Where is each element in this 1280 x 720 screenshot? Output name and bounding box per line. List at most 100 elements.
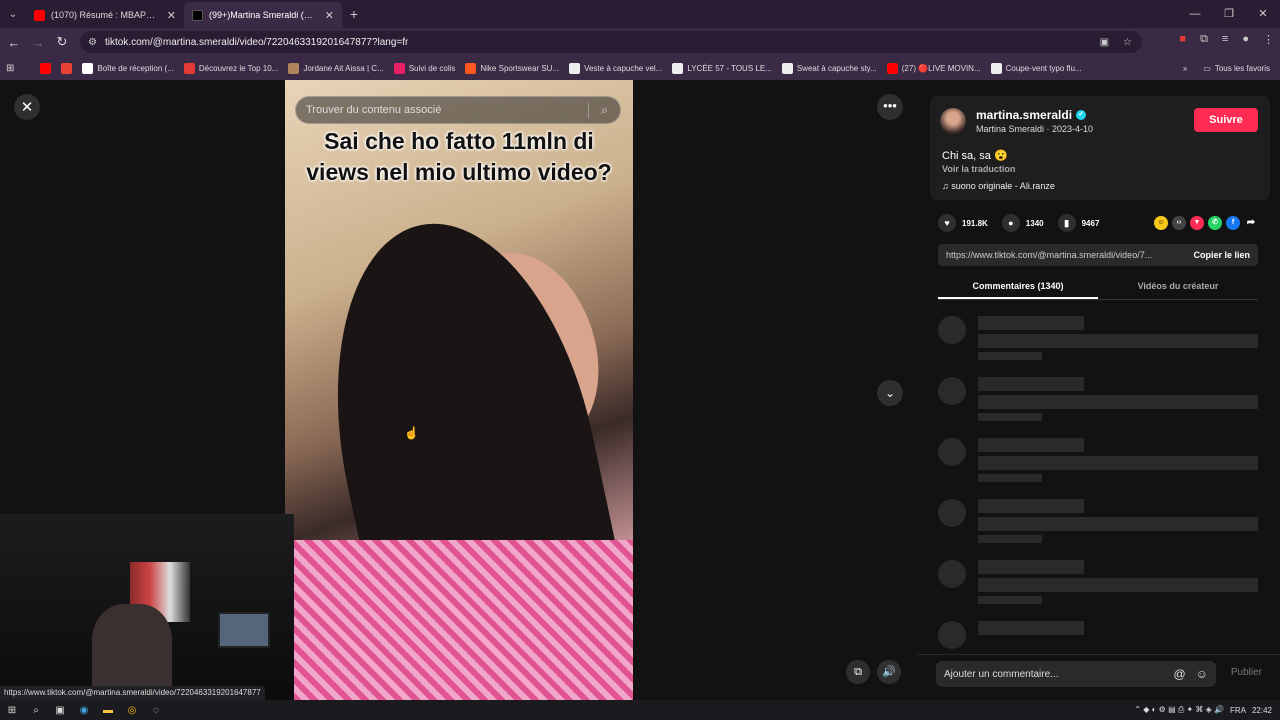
pip-icon: ⧉ <box>854 666 862 678</box>
bookmark-item[interactable]: Coupe-vent typo flu... <box>990 62 1082 74</box>
bookmark-item[interactable]: Sweat à capuche sty... <box>781 62 877 74</box>
bookmark-label: LYCÉE 57 - TOUS LE... <box>687 63 772 73</box>
close-tab-icon[interactable]: ✕ <box>167 9 176 22</box>
publish-button[interactable]: Publier <box>1231 667 1262 678</box>
video-description: Chi sa, sa 😮 <box>942 150 1008 162</box>
minimize-icon[interactable]: — <box>1178 0 1212 28</box>
tab-tiktok[interactable]: (99+)Martina Smeraldi (@marti ✕ <box>184 2 342 28</box>
bookmark-item[interactable]: Nike Sportswear SU... <box>465 62 559 74</box>
install-app-icon[interactable]: ▣ <box>1100 37 1109 48</box>
post-date: 2023-4-10 <box>1052 124 1094 134</box>
send-icon[interactable]: ▼ <box>1190 216 1204 230</box>
all-bookmarks-button[interactable]: ▭ Tous les favoris <box>1203 64 1270 73</box>
tab-search-button[interactable]: ⌄ <box>0 0 26 28</box>
tab-title: (1070) Résumé : MBAPPÉ et Bel <box>51 10 161 20</box>
bookmark-label: Sweat à capuche sty... <box>796 63 877 73</box>
close-window-icon[interactable]: ✕ <box>1246 0 1280 28</box>
obs-icon[interactable]: ◌ <box>144 705 168 716</box>
tab-youtube[interactable]: (1070) Résumé : MBAPPÉ et Bel ✕ <box>26 2 184 28</box>
share-buttons: ☺ ‹› ▼ ✆ f ➦ <box>1154 216 1258 230</box>
coin-icon[interactable]: ☺ <box>1154 216 1168 230</box>
emoji-icon[interactable]: ☺ <box>1196 667 1208 681</box>
close-tab-icon[interactable]: ✕ <box>325 9 334 22</box>
video-player[interactable]: Trouver du contenu associé ⌕ Sai che ho … <box>285 80 633 700</box>
back-icon[interactable]: ← <box>2 35 26 50</box>
bookmark-item[interactable]: Découvrez le Top 10... <box>183 62 278 74</box>
video-link-box: https://www.tiktok.com/@martina.smeraldi… <box>938 244 1258 266</box>
comment-button[interactable]: ● 1340 <box>1001 214 1044 232</box>
profile-avatar[interactable]: ● <box>1242 33 1249 46</box>
windows-start-icon[interactable]: ⊞ <box>0 705 24 716</box>
floating-player-button[interactable]: ⧉ <box>846 660 870 684</box>
task-view-icon[interactable]: ▣ <box>48 705 72 716</box>
extensions-area: ■ ⧉ ≡ ● ⋮ <box>1179 33 1274 46</box>
address-bar[interactable]: ⚙ tiktok.com/@martina.smeraldi/video/722… <box>80 31 1142 53</box>
site-info-icon[interactable]: ⚙ <box>88 37 97 48</box>
comment-input[interactable]: Ajouter un commentaire... @ ☺ <box>936 661 1216 687</box>
comment-placeholder: Ajouter un commentaire... <box>944 668 1059 680</box>
extensions-puzzle-icon[interactable]: ⧉ <box>1200 33 1208 46</box>
share-arrow-icon[interactable]: ➦ <box>1244 216 1258 230</box>
music-link[interactable]: ♫ suono originale - Ali.ranze <box>942 181 1055 191</box>
like-button[interactable]: ♥ 191.8K <box>938 214 988 232</box>
avatar[interactable] <box>940 108 966 134</box>
restore-icon[interactable]: ❐ <box>1212 0 1246 28</box>
like-count: 191.8K <box>962 218 988 228</box>
bookmarks-overflow-button[interactable]: » <box>1183 64 1187 73</box>
save-button[interactable]: ▮ 9467 <box>1057 214 1099 232</box>
apps-grid-icon[interactable]: ⊞ <box>6 63 14 74</box>
more-options-button[interactable]: ••• <box>877 94 903 120</box>
search-icon[interactable]: ⌕ <box>24 705 48 716</box>
bookmark-item[interactable]: Suivi de colis <box>393 62 455 74</box>
all-bookmarks-label: Tous les favoris <box>1214 63 1270 73</box>
see-translation-link[interactable]: Voir la traduction <box>942 164 1015 174</box>
username-text: martina.smeraldi <box>976 108 1073 122</box>
search-icon[interactable]: ⌕ <box>588 102 620 118</box>
window-controls: — ❐ ✕ <box>1178 0 1280 28</box>
username[interactable]: martina.smeraldi ✓ <box>976 108 1087 122</box>
bookmark-item[interactable] <box>61 62 73 74</box>
chrome-icon[interactable]: ◎ <box>120 705 144 716</box>
media-icon[interactable]: ≡ <box>1222 33 1228 46</box>
bookmark-item[interactable] <box>40 62 52 74</box>
copy-link-button[interactable]: Copier le lien <box>1185 250 1258 260</box>
next-video-button[interactable]: ⌄ <box>877 380 903 406</box>
tab-comments[interactable]: Commentaires (1340) <box>938 276 1098 299</box>
tab-strip: ⌄ (1070) Résumé : MBAPPÉ et Bel ✕ (99+)M… <box>0 0 1280 28</box>
bookmark-item[interactable]: Veste à capuche vel... <box>569 62 662 74</box>
whatsapp-icon[interactable]: ✆ <box>1208 216 1222 230</box>
music-note-icon: ♫ <box>942 181 949 191</box>
language-indicator[interactable]: FRA <box>1230 706 1246 715</box>
bookmark-item[interactable]: Jordane Ait Aissa | C... <box>288 62 384 74</box>
reload-icon[interactable]: ↻ <box>50 34 74 50</box>
comment-skeleton <box>938 621 1258 653</box>
heart-icon: ♥ <box>938 214 956 232</box>
embed-icon[interactable]: ‹› <box>1172 216 1186 230</box>
edge-icon[interactable]: ◉ <box>72 705 96 716</box>
comment-count: 1340 <box>1025 218 1044 228</box>
bookmark-item[interactable]: (27) 🔴LIVE MOVIN... <box>886 62 981 74</box>
gmail-icon <box>82 62 94 74</box>
new-tab-button[interactable]: + <box>342 6 366 22</box>
comment-skeleton <box>938 499 1258 551</box>
related-search-input[interactable]: Trouver du contenu associé ⌕ <box>295 96 621 124</box>
bookmark-star-icon[interactable]: ☆ <box>1123 37 1132 48</box>
bookmark-label: Coupe-vent typo flu... <box>1005 63 1082 73</box>
bookmark-item[interactable]: Boîte de réception (... <box>82 62 174 74</box>
forward-icon[interactable]: → <box>26 35 50 50</box>
extension-icon[interactable]: ■ <box>1179 33 1186 46</box>
menu-icon[interactable]: ⋮ <box>1263 33 1274 46</box>
tab-creator-videos[interactable]: Vidéos du créateur <box>1098 276 1258 299</box>
facebook-icon[interactable]: f <box>1226 216 1240 230</box>
volume-button[interactable]: 🔊 <box>877 660 901 684</box>
close-video-button[interactable]: ✕ <box>14 94 40 120</box>
tray-icons[interactable]: ⌃ ◆ ◐ ⚙ ▤ ⎙ ✦ ⌘ ◈ 🔊 <box>1134 705 1224 715</box>
site-icon <box>672 62 684 74</box>
file-explorer-icon[interactable]: ▬ <box>96 705 120 716</box>
panel-tabs: Commentaires (1340) Vidéos du créateur <box>938 276 1258 300</box>
bookmark-item[interactable]: LYCÉE 57 - TOUS LE... <box>672 62 772 74</box>
verified-icon: ✓ <box>1076 110 1087 120</box>
mention-icon[interactable]: @ <box>1174 667 1186 681</box>
follow-button[interactable]: Suivre <box>1194 108 1258 132</box>
clock[interactable]: 22:42 <box>1252 706 1272 715</box>
